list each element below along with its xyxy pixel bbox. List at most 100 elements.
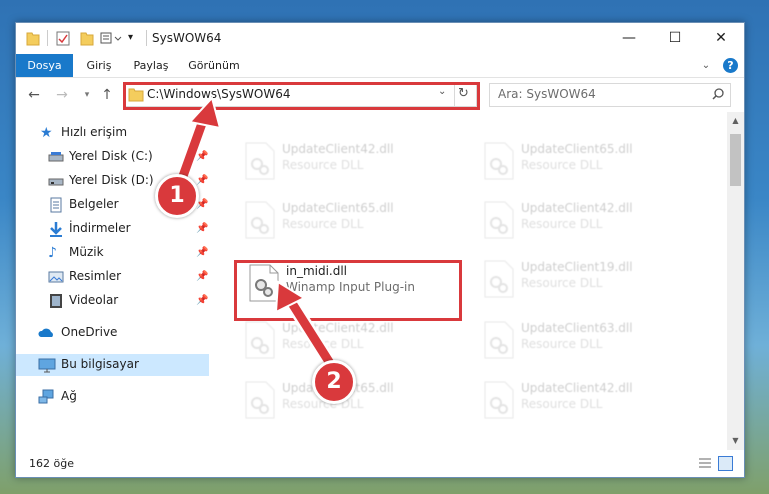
file-item[interactable]: UpdateClient19.dll Resource DLL <box>471 254 691 300</box>
file-name: UpdateClient42.dll <box>282 142 394 156</box>
sidebar-item-label: İndirmeler <box>69 221 131 235</box>
file-description: Resource DLL <box>521 158 603 172</box>
sidebar-item-onedrive[interactable]: OneDrive <box>16 322 209 344</box>
sidebar-item-local-disk-c[interactable]: Yerel Disk (C:) 📌 <box>16 146 209 168</box>
file-name: UpdateClient63.dll <box>521 321 633 335</box>
file-name: UpdateClient19.dll <box>521 260 633 274</box>
pin-icon[interactable]: 📌 <box>196 271 208 283</box>
documents-icon <box>48 197 64 213</box>
sidebar-item-this-pc[interactable]: Bu bilgisayar <box>16 354 209 376</box>
pin-icon[interactable]: 📌 <box>196 223 208 235</box>
vertical-scrollbar[interactable]: ▲ ▼ <box>727 112 744 450</box>
file-item[interactable]: UpdateClient42.dll Resource DLL <box>471 195 691 241</box>
network-icon <box>38 389 54 405</box>
sidebar-item-quick-access[interactable]: ★ Hızlı erişim <box>16 122 209 144</box>
dll-file-icon <box>483 142 515 180</box>
file-item[interactable]: UpdateClient42.dll Resource DLL <box>232 315 452 361</box>
close-button[interactable]: ✕ <box>698 23 744 54</box>
file-description: Resource DLL <box>282 158 364 172</box>
file-description: Resource DLL <box>521 217 603 231</box>
tab-gorunum[interactable]: Görünüm <box>184 54 244 77</box>
navigation-bar: ← → ▾ ↑ C:\Windows\SysWOW64 ⌄ ↻ Ara: Sys… <box>16 78 744 112</box>
divider <box>146 30 147 46</box>
computer-icon <box>38 357 56 373</box>
maximize-button[interactable]: ☐ <box>652 23 698 54</box>
customize-toolbar-icon[interactable] <box>100 30 124 46</box>
sidebar-item-label: Müzik <box>69 245 104 259</box>
sidebar-item-label: Hızlı erişim <box>61 125 128 139</box>
expand-ribbon-icon[interactable]: ⌄ <box>698 54 714 77</box>
download-icon <box>48 221 64 237</box>
file-description: Resource DLL <box>521 276 603 290</box>
search-input[interactable]: Ara: SysWOW64 <box>498 87 596 101</box>
up-arrow-icon[interactable]: ↑ <box>98 86 116 104</box>
scroll-up-icon[interactable]: ▲ <box>727 114 744 128</box>
folder-icon <box>26 30 40 46</box>
file-item[interactable]: UpdateClient63.dll Resource DLL <box>471 315 691 361</box>
dll-file-icon <box>483 321 515 359</box>
details-view-icon[interactable] <box>698 457 712 472</box>
dll-file-icon <box>244 381 276 419</box>
file-name: UpdateClient42.dll <box>521 201 633 215</box>
dropdown-arrow-icon[interactable]: ▾ <box>128 30 140 46</box>
new-folder-icon[interactable] <box>80 30 94 46</box>
video-icon <box>48 293 64 309</box>
status-bar: 162 öğe <box>16 450 744 477</box>
tab-giris[interactable]: Giriş <box>78 54 120 77</box>
file-highlight-box <box>234 260 462 321</box>
file-item[interactable]: UpdateClient42.dll Resource DLL <box>232 136 452 182</box>
sidebar-item-pictures[interactable]: Resimler 📌 <box>16 266 209 288</box>
sidebar-item-network[interactable]: Ağ <box>16 386 209 408</box>
scrollbar-thumb[interactable] <box>730 134 741 186</box>
sidebar-item-videos[interactable]: Videolar 📌 <box>16 290 209 312</box>
pin-icon[interactable]: 📌 <box>196 151 208 163</box>
music-icon: ♪ <box>48 245 57 261</box>
recent-locations-icon[interactable]: ▾ <box>78 86 96 104</box>
sidebar-item-downloads[interactable]: İndirmeler 📌 <box>16 218 209 240</box>
sidebar-item-label: Videolar <box>69 293 119 307</box>
sidebar-item-label: Yerel Disk (C:) <box>69 149 153 163</box>
scroll-down-icon[interactable]: ▼ <box>727 434 744 448</box>
step-2-badge: 2 <box>312 360 356 404</box>
help-icon[interactable]: ? <box>723 58 738 73</box>
properties-icon[interactable] <box>56 30 70 46</box>
sidebar-item-label: OneDrive <box>61 325 118 339</box>
pin-icon[interactable]: 📌 <box>196 295 208 307</box>
drive-icon <box>48 173 64 189</box>
file-item[interactable]: UpdateClient65.dll Resource DLL <box>471 136 691 182</box>
back-arrow-icon[interactable]: ← <box>25 86 43 104</box>
file-item[interactable]: UpdateClient65.dll Resource DLL <box>232 195 452 241</box>
file-item[interactable]: UpdateClient42.dll Resource DLL <box>471 375 691 421</box>
dll-file-icon <box>483 381 515 419</box>
item-count: 162 öğe <box>29 457 74 470</box>
search-box[interactable]: Ara: SysWOW64 <box>489 83 731 107</box>
sidebar-item-label: Bu bilgisayar <box>61 357 139 371</box>
title-bar: ▾ SysWOW64 — ☐ ✕ <box>16 23 744 54</box>
file-name: UpdateClient42.dll <box>282 321 394 335</box>
file-description: Resource DLL <box>521 397 603 411</box>
dll-file-icon <box>483 201 515 239</box>
tab-paylas[interactable]: Paylaş <box>128 54 174 77</box>
pin-icon[interactable]: 📌 <box>196 247 208 259</box>
sidebar-item-label: Yerel Disk (D:) <box>69 173 154 187</box>
ribbon-tabs: Dosya Giriş Paylaş Görünüm ⌄ ? <box>16 54 744 78</box>
file-name: UpdateClient65.dll <box>521 142 633 156</box>
dll-file-icon <box>244 142 276 180</box>
minimize-button[interactable]: — <box>606 23 652 54</box>
tab-dosya[interactable]: Dosya <box>16 54 73 77</box>
divider <box>47 30 48 46</box>
pin-icon[interactable]: 📌 <box>196 175 208 187</box>
search-icon <box>711 87 725 104</box>
file-description: Resource DLL <box>521 337 603 351</box>
step-1-badge: 1 <box>155 174 199 218</box>
explorer-window: ▾ SysWOW64 — ☐ ✕ Dosya Giriş Paylaş Görü… <box>15 22 745 478</box>
sidebar-item-music[interactable]: ♪ Müzik 📌 <box>16 242 209 264</box>
forward-arrow-icon[interactable]: → <box>53 86 71 104</box>
file-list: UpdateClient42.dll Resource DLL UpdateCl… <box>209 112 727 450</box>
navigation-pane: ★ Hızlı erişim Yerel Disk (C:) 📌 Yerel D… <box>16 112 209 450</box>
sidebar-item-label: Ağ <box>61 389 77 403</box>
star-icon: ★ <box>40 125 53 141</box>
pictures-icon <box>48 269 64 285</box>
large-icons-view-icon[interactable] <box>718 456 733 471</box>
dll-file-icon <box>244 201 276 239</box>
